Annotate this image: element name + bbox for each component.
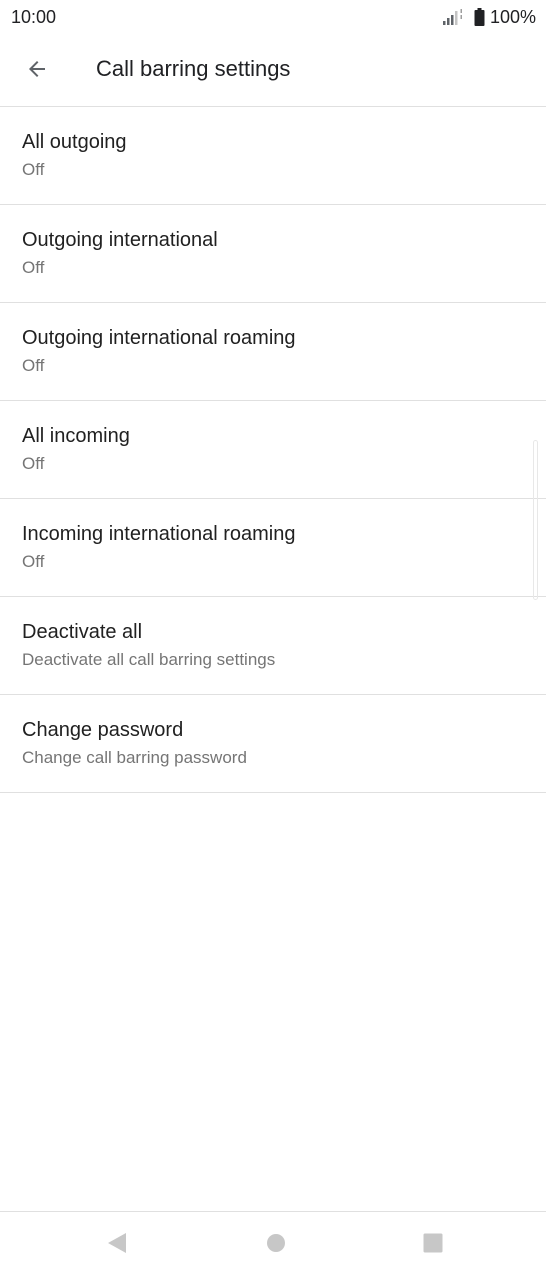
setting-outgoing-international-roaming[interactable]: Outgoing international roaming Off: [0, 303, 546, 401]
status-time: 10:00: [11, 7, 57, 27]
setting-title: Deactivate all: [22, 621, 143, 643]
nav-recents-button[interactable]: [418, 1228, 448, 1258]
settings-list: All outgoing Off Outgoing international …: [0, 107, 546, 793]
setting-title: Outgoing international roaming: [22, 327, 296, 349]
navigation-bar: [0, 1211, 546, 1274]
nav-home-icon: [267, 1234, 285, 1252]
app-bar: Call barring settings: [0, 34, 546, 107]
status-icons: 100%: [442, 6, 536, 28]
battery-percentage: 100%: [489, 6, 536, 27]
status-bar: 10:00 100%: [0, 0, 546, 34]
setting-summary: Deactivate all call barring settings: [22, 650, 276, 669]
setting-title: Change password: [22, 719, 184, 741]
arrow-back-icon: [29, 61, 45, 77]
battery-icon: [474, 8, 485, 26]
setting-summary: Off: [22, 160, 45, 179]
setting-outgoing-international[interactable]: Outgoing international Off: [0, 205, 546, 303]
setting-summary: Off: [22, 258, 45, 277]
setting-summary: Off: [22, 454, 45, 473]
setting-summary: Off: [22, 552, 45, 571]
setting-incoming-international-roaming[interactable]: Incoming international roaming Off: [0, 499, 546, 597]
nav-recents-icon: [423, 1233, 443, 1253]
setting-summary: Change call barring password: [22, 748, 247, 767]
page-title: Call barring settings: [96, 56, 291, 81]
nav-back-icon: [108, 1233, 126, 1253]
setting-title: Outgoing international: [22, 229, 218, 251]
setting-title: All incoming: [22, 425, 130, 447]
screen: 10:00 100% Call barring settings All out…: [0, 0, 546, 1274]
setting-all-outgoing[interactable]: All outgoing Off: [0, 107, 546, 205]
signal-icon: [442, 9, 462, 25]
scrollbar[interactable]: [533, 440, 538, 600]
back-button[interactable]: [14, 46, 60, 92]
setting-change-password[interactable]: Change password Change call barring pass…: [0, 695, 546, 793]
nav-back-button[interactable]: [102, 1228, 132, 1258]
setting-title: Incoming international roaming: [22, 523, 296, 545]
nav-home-button[interactable]: [261, 1228, 291, 1258]
setting-summary: Off: [22, 356, 45, 375]
setting-all-incoming[interactable]: All incoming Off: [0, 401, 546, 499]
setting-deactivate-all[interactable]: Deactivate all Deactivate all call barri…: [0, 597, 546, 695]
setting-title: All outgoing: [22, 131, 127, 153]
